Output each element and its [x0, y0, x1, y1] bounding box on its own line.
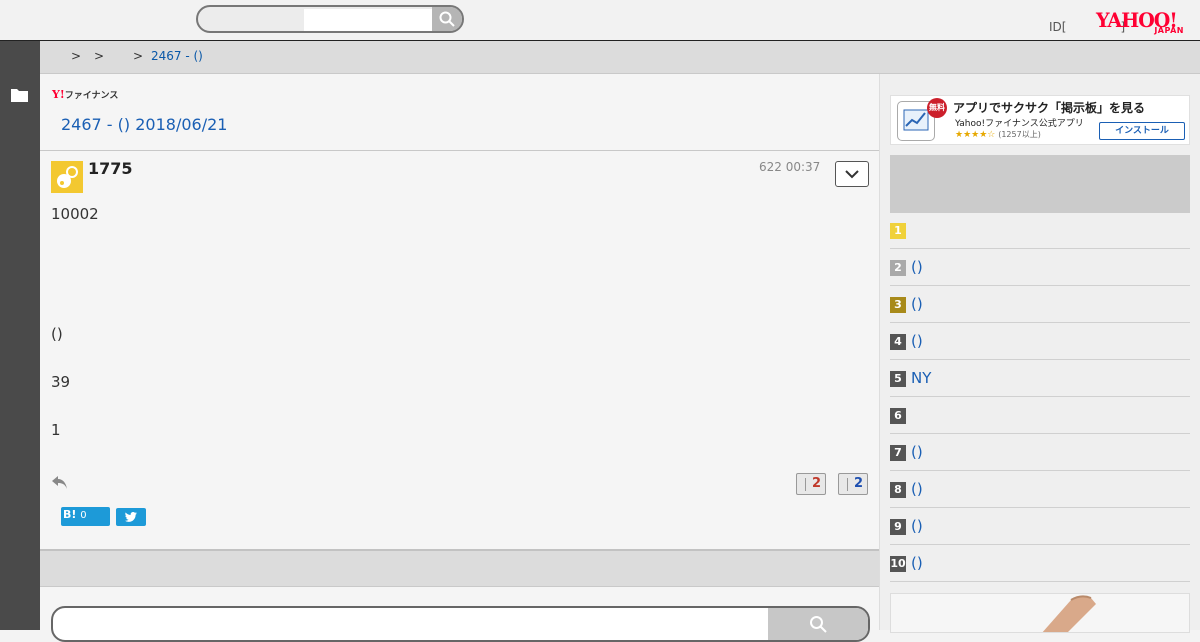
thread-title[interactable]: 2467 - () 2018/06/21	[61, 115, 227, 134]
avatar[interactable]	[51, 161, 83, 193]
avatar-icon	[57, 166, 78, 188]
search-icon	[439, 11, 455, 27]
rank-number-badge: 4	[890, 334, 906, 350]
ranking-item-label[interactable]: ()	[911, 332, 923, 350]
finance-logo-mark: Y!	[52, 88, 65, 101]
main-content: Y!ファイナンス 2467 - () 2018/06/21 1775 622 0…	[40, 74, 880, 642]
breadcrumb-separator: >	[133, 49, 144, 63]
reply-icon[interactable]	[51, 474, 68, 490]
breadcrumb: > > > 2467 - ()	[40, 41, 1200, 74]
breadcrumb-current[interactable]: 2467 - ()	[151, 49, 203, 63]
finance-logo-text: ファイナンス	[64, 91, 119, 101]
rank-number-badge: 6	[890, 408, 906, 424]
disagree-vote-button[interactable]: 2	[838, 473, 868, 495]
section-bar	[40, 549, 879, 587]
search-icon	[810, 616, 827, 633]
rank-number-badge: 3	[890, 297, 906, 313]
ranking-item-label[interactable]: NY	[911, 369, 931, 387]
banner-title: アプリでサクサク「掲示板」を見る	[953, 101, 1146, 115]
sidebar: 無料 アプリでサクサク「掲示板」を見る Yahoo!ファイナンス公式アプリ ★★…	[880, 74, 1200, 633]
rank-number-badge: 8	[890, 482, 906, 498]
rank-number-badge: 9	[890, 519, 906, 535]
header-search-button[interactable]	[432, 7, 462, 31]
agree-vote-button[interactable]: 2	[796, 473, 826, 495]
divider	[40, 150, 879, 151]
poster-name[interactable]: 1775	[88, 159, 133, 178]
star-rating: ★★★★☆	[955, 130, 996, 140]
ranking-item[interactable]: 1	[890, 213, 1190, 249]
header-search-input[interactable]	[304, 9, 438, 31]
ranking-item[interactable]: 10 ()	[890, 546, 1190, 582]
breadcrumb-separator: >	[94, 49, 105, 63]
yahoo-logo-sub: JAPAN	[1154, 26, 1184, 35]
hatena-count: 0	[80, 510, 87, 521]
twitter-icon	[125, 512, 137, 522]
ranking-item-label[interactable]: ()	[911, 443, 923, 461]
post-menu-button[interactable]	[835, 161, 869, 187]
breadcrumb-separator: >	[71, 49, 82, 63]
ranking-item-label[interactable]: ()	[911, 517, 923, 535]
ranking-item[interactable]: 3 ()	[890, 287, 1190, 323]
ranking-item[interactable]: 7 ()	[890, 435, 1190, 471]
post-body-line: 10002	[51, 205, 99, 223]
ad-image	[1042, 595, 1096, 632]
app-install-banner[interactable]: 無料 アプリでサクサク「掲示板」を見る Yahoo!ファイナンス公式アプリ ★★…	[890, 95, 1190, 145]
rank-number-badge: 10	[890, 556, 906, 572]
left-rail	[0, 41, 40, 630]
board-search-button[interactable]	[768, 608, 868, 640]
ranking-item-label[interactable]: ()	[911, 295, 923, 313]
rank-number-badge: 5	[890, 371, 906, 387]
post-timestamp: 622 00:37	[759, 160, 821, 174]
board-search-box[interactable]	[51, 606, 870, 642]
rank-number-badge: 1	[890, 223, 906, 239]
ranking-item[interactable]: 9 ()	[890, 509, 1190, 545]
ranking-item-label[interactable]: ()	[911, 258, 923, 276]
install-button[interactable]: インストール	[1099, 122, 1185, 140]
post-body-line: 1	[51, 421, 61, 439]
post-body-line: 39	[51, 373, 71, 391]
folder-icon[interactable]	[11, 88, 28, 102]
ad-placeholder	[890, 155, 1190, 213]
ranking-item[interactable]: 4 ()	[890, 324, 1190, 360]
rank-number-badge: 7	[890, 445, 906, 461]
ranking-item-label[interactable]: ()	[911, 554, 923, 572]
rating-stars: ★★★★☆ (1257以上)	[955, 129, 1041, 140]
sidebar-ad-image[interactable]	[890, 593, 1190, 633]
ranking-item-label[interactable]: ()	[911, 480, 923, 498]
free-badge: 無料	[927, 98, 947, 118]
review-count: (1257以上)	[998, 130, 1041, 139]
yahoo-finance-logo[interactable]: Y!ファイナンス	[52, 88, 118, 101]
banner-subtitle: Yahoo!ファイナンス公式アプリ	[955, 119, 1084, 129]
hatena-label: B!	[63, 508, 77, 521]
login-label: ID[	[1049, 20, 1067, 34]
post-body-line: ()	[51, 325, 63, 343]
yahoo-japan-logo[interactable]: YAHOO! JAPAN	[1096, 10, 1188, 38]
tweet-button[interactable]	[116, 508, 146, 526]
header: ID[] YAHOO! JAPAN	[0, 0, 1200, 41]
chevron-down-icon	[845, 169, 859, 178]
rank-number-badge: 2	[890, 260, 906, 276]
ranking-item[interactable]: 8 ()	[890, 472, 1190, 508]
header-search-box[interactable]	[196, 5, 464, 33]
hatena-bookmark-button[interactable]: B! 0	[61, 507, 110, 526]
ranking-item[interactable]: 5 NY	[890, 361, 1190, 397]
ranking-item[interactable]: 6	[890, 398, 1190, 434]
ranking-item[interactable]: 2 ()	[890, 250, 1190, 286]
